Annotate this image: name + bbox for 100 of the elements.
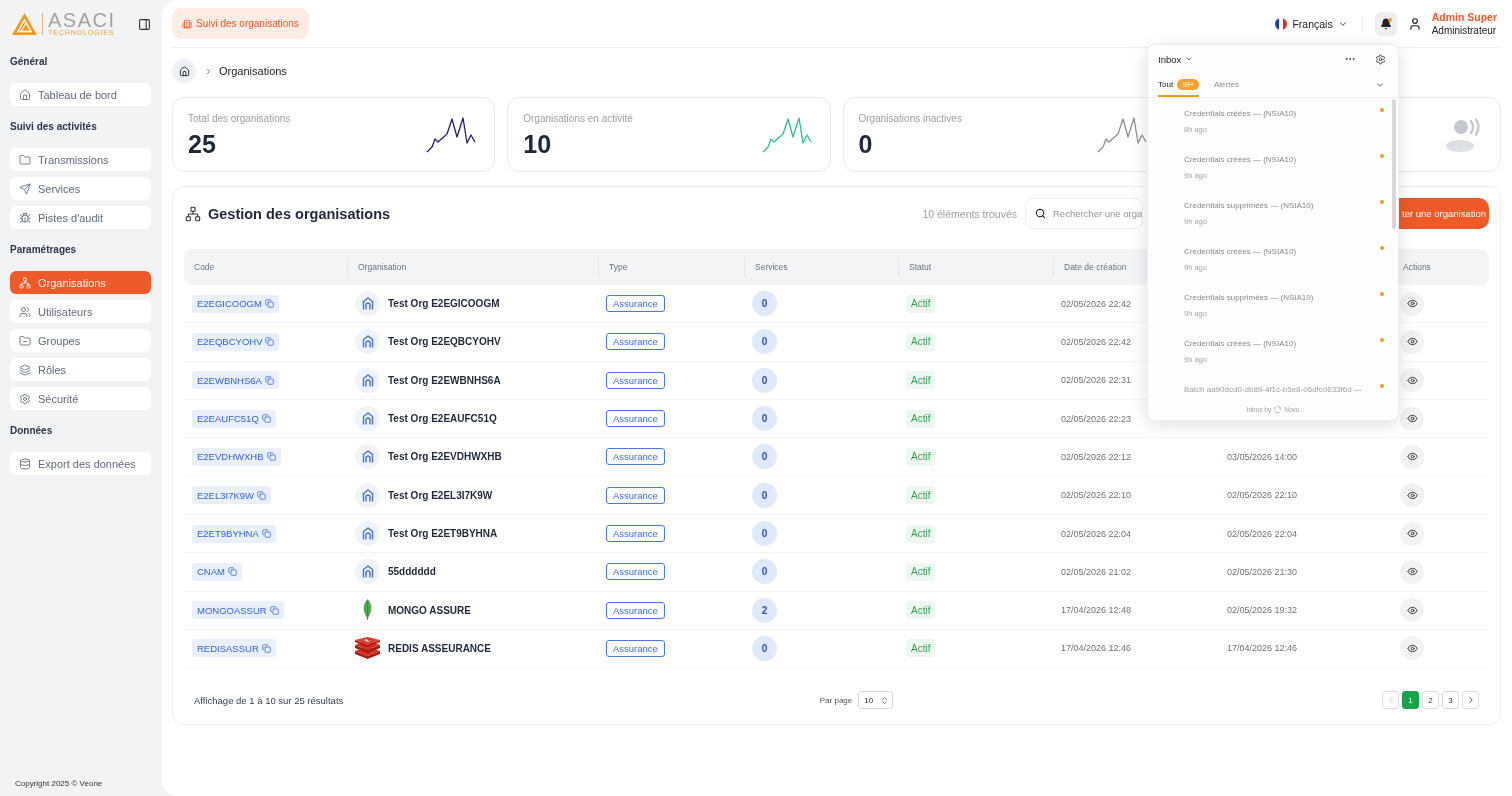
copy-code-button[interactable]: REDISASSUR xyxy=(192,639,276,658)
services-count: 0 xyxy=(752,559,777,585)
status-label: Actif xyxy=(906,639,936,658)
sidebar-item[interactable]: Services xyxy=(10,177,151,200)
stacked-cubes-icon xyxy=(355,637,380,660)
view-button[interactable] xyxy=(1400,329,1424,354)
eye-icon xyxy=(1406,566,1418,578)
page-button[interactable]: 1 xyxy=(1402,691,1419,710)
logo-name: ASACI xyxy=(48,11,116,29)
bug-icon xyxy=(19,211,31,224)
notifications-button[interactable] xyxy=(1374,11,1397,36)
sidebar-item[interactable]: Utilisateurs xyxy=(10,300,151,323)
stat-value: 0 xyxy=(858,130,874,158)
created-date: 02/05/2026 22:04 xyxy=(1061,528,1132,539)
results-summary: Affichage de 1 à 10 sur 25 résultats xyxy=(194,694,344,706)
copy-code-button[interactable]: E2EWBNHS6A xyxy=(192,371,279,390)
view-button[interactable] xyxy=(1400,636,1424,661)
sidebar-item[interactable]: Pistes d'audit xyxy=(10,206,151,229)
section-title: Données xyxy=(10,425,54,437)
copy-code-button[interactable]: E2EGICOOGM xyxy=(192,294,279,313)
organisation-name: Test Org E2EAUFC51Q xyxy=(388,413,497,425)
stat-value: 25 xyxy=(188,130,217,158)
column-header: Actions xyxy=(1403,262,1431,272)
view-button[interactable] xyxy=(1400,521,1424,546)
copy-code-button[interactable]: E2EVDHWXHB xyxy=(192,447,281,466)
services-count: 0 xyxy=(752,521,777,547)
view-button[interactable] xyxy=(1400,483,1424,508)
modified-date: 02/05/2026 22:04 xyxy=(1227,528,1298,539)
copy-icon xyxy=(264,375,274,385)
organisation-type: Assurance xyxy=(606,295,665,313)
copy-code-button[interactable]: E2ET9BYHNA xyxy=(192,524,276,543)
house-icon xyxy=(355,444,380,470)
panel-icon xyxy=(137,17,151,31)
organisation-type: Assurance xyxy=(606,410,665,428)
organisation-type: Assurance xyxy=(606,333,665,351)
created-date: 02/05/2026 22:42 xyxy=(1061,336,1132,347)
sidebar-item[interactable]: Tableau de bord xyxy=(10,83,151,106)
organisation-name: MONGO ASSURE xyxy=(388,604,471,616)
page-title: Suivi des organisations xyxy=(196,18,299,29)
status-label: Actif xyxy=(906,409,936,428)
copy-icon xyxy=(261,643,271,653)
eye-icon xyxy=(1406,642,1418,654)
column-header: Organisation xyxy=(358,262,407,272)
view-button[interactable] xyxy=(1400,291,1424,316)
copy-code-button[interactable]: CNAM xyxy=(192,562,242,581)
per-page-select[interactable]: 10 xyxy=(858,691,894,710)
copy-code-button[interactable]: E2EQBCYOHV xyxy=(192,332,280,351)
inbox-tab[interactable]: Alertes xyxy=(1214,73,1239,97)
view-button[interactable] xyxy=(1400,406,1424,431)
copy-icon xyxy=(265,337,275,347)
settings-icon xyxy=(19,392,31,405)
page-button[interactable]: 3 xyxy=(1442,691,1459,710)
sparkline-drawing xyxy=(426,115,477,154)
page-button[interactable]: 2 xyxy=(1422,691,1439,710)
sidebar-item[interactable]: Groupes xyxy=(10,329,151,352)
house-icon xyxy=(355,521,380,547)
view-button[interactable] xyxy=(1400,444,1424,469)
search-field[interactable]: Rechercher une orga xyxy=(1025,198,1143,229)
inbox-menu[interactable]: Inbox xyxy=(1158,53,1194,65)
notification-title: Credentials créées — (NSIA10) xyxy=(1184,155,1298,165)
chevron-right-icon xyxy=(204,66,213,76)
settings-icon xyxy=(1374,53,1386,65)
eye-icon xyxy=(1406,374,1418,386)
swirl-icon xyxy=(1274,405,1282,413)
house-icon xyxy=(355,559,380,585)
sidebar-item[interactable]: Sécurité xyxy=(10,387,151,410)
copy-code-button[interactable]: E2EL3I7K9W xyxy=(192,486,272,505)
copy-icon xyxy=(266,452,276,462)
services-count: 0 xyxy=(752,291,777,317)
copyright-text: Copyright 2025 © Veone xyxy=(14,778,104,790)
organisation-type: Assurance xyxy=(606,486,665,504)
sidebar-item[interactable]: Organisations xyxy=(10,271,151,294)
sidebar-item[interactable]: Transmissions xyxy=(10,148,151,171)
copy-code-button[interactable]: MONGOASSUR xyxy=(192,601,284,620)
created-date: 02/05/2026 22:31 xyxy=(1061,375,1132,386)
scrollbar-thumb[interactable] xyxy=(1392,99,1396,229)
organisation-type: Assurance xyxy=(606,639,665,657)
created-date: 17/04/2026 12:48 xyxy=(1061,605,1132,616)
house-icon xyxy=(355,406,380,432)
section-title: Paramétrages xyxy=(10,244,78,256)
column-header: Date de création xyxy=(1064,262,1127,272)
eye-icon xyxy=(1406,451,1418,463)
copy-icon xyxy=(264,299,274,309)
section-title: Général xyxy=(10,56,49,68)
home-button[interactable] xyxy=(172,59,196,83)
created-date: 02/05/2026 22:10 xyxy=(1061,490,1132,501)
copy-code-button[interactable]: E2EAUFC51Q xyxy=(192,409,276,428)
view-button[interactable] xyxy=(1400,598,1424,623)
language-select[interactable]: Français xyxy=(1275,17,1348,30)
modified-date: 02/05/2026 22:10 xyxy=(1227,490,1298,501)
chevron-down-icon xyxy=(1375,80,1385,90)
view-button[interactable] xyxy=(1400,559,1424,584)
sidebar-item[interactable]: Export des données xyxy=(10,452,151,475)
view-button[interactable] xyxy=(1400,368,1424,393)
eye-icon xyxy=(1406,604,1418,616)
stat-label: Organisations en activité xyxy=(523,113,633,125)
sidebar-item[interactable]: Rôles xyxy=(10,358,151,381)
services-count: 0 xyxy=(752,406,777,432)
modified-date: 17/04/2026 12:46 xyxy=(1227,643,1298,654)
sidebar-toggle-button[interactable] xyxy=(136,16,152,32)
